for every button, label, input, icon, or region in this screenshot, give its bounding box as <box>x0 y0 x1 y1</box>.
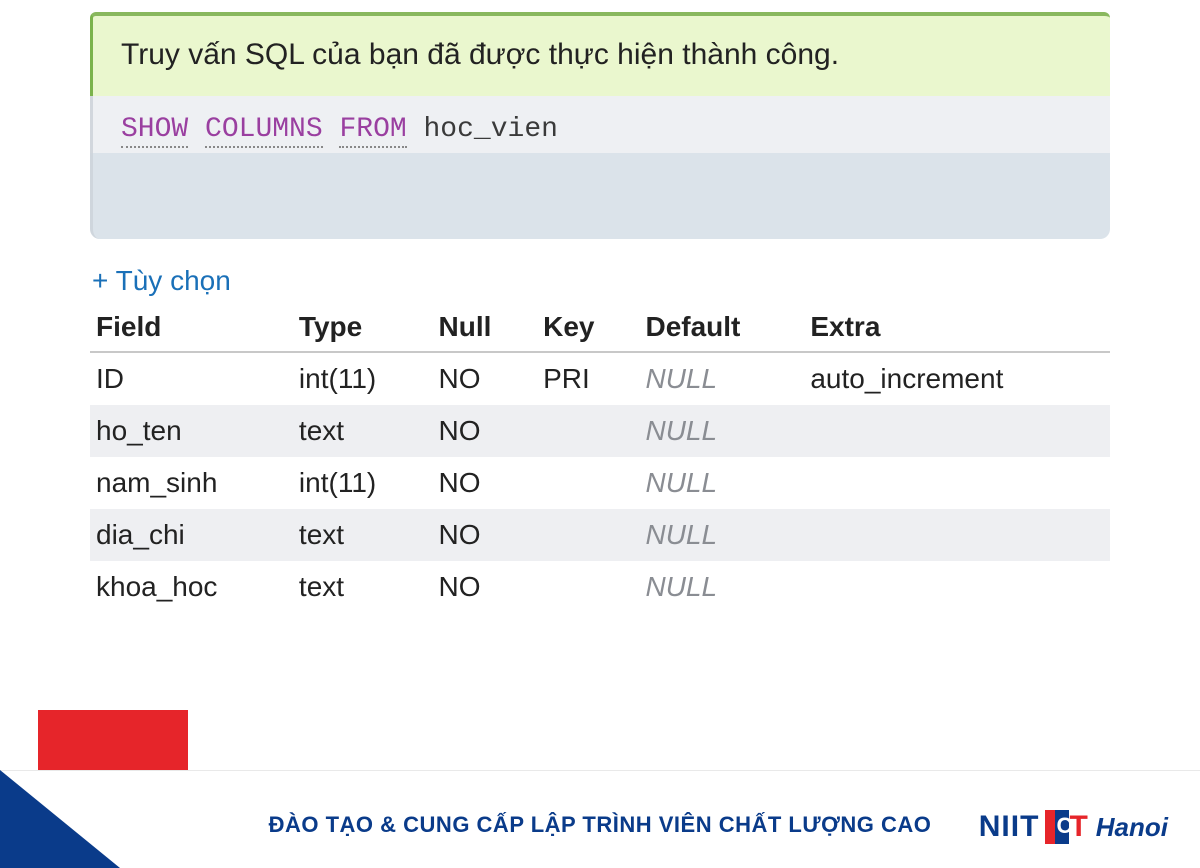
cell-field: ho_ten <box>90 405 293 457</box>
sql-keyword-columns: COLUMNS <box>205 114 323 148</box>
col-null: Null <box>433 303 538 352</box>
col-key: Key <box>537 303 639 352</box>
sql-keyword-show: SHOW <box>121 114 188 148</box>
cell-default: NULL <box>639 352 804 405</box>
col-field: Field <box>90 303 293 352</box>
cell-type: int(11) <box>293 352 433 405</box>
cell-null: NO <box>433 352 538 405</box>
cell-default: NULL <box>639 405 804 457</box>
cell-extra <box>804 405 1110 457</box>
success-text: Truy vấn SQL của bạn đã được thực hiện t… <box>121 38 839 71</box>
brand-ict-mark: T <box>1045 810 1087 844</box>
table-row: khoa_hoctextNO NULL <box>90 561 1110 613</box>
cell-type: int(11) <box>293 457 433 509</box>
table-row: IDint(11)NOPRINULLauto_increment <box>90 352 1110 405</box>
brand-hanoi-text: Hanoi <box>1096 812 1168 843</box>
sql-query-box: SHOW COLUMNS FROM hoc_vien <box>90 96 1110 153</box>
cell-type: text <box>293 561 433 613</box>
table-header-row: Field Type Null Key Default Extra <box>90 303 1110 352</box>
table-row: dia_chitextNO NULL <box>90 509 1110 561</box>
brand-bar-blue-icon <box>1055 810 1069 844</box>
cell-key <box>537 561 639 613</box>
cell-extra <box>804 509 1110 561</box>
table-row: nam_sinhint(11)NO NULL <box>90 457 1110 509</box>
phpmyadmin-result-panel: Truy vấn SQL của bạn đã được thực hiện t… <box>0 0 1200 613</box>
brand-niit-text: NIIT <box>979 810 1040 844</box>
col-type: Type <box>293 303 433 352</box>
table-row: ho_tentextNO NULL <box>90 405 1110 457</box>
cell-field: nam_sinh <box>90 457 293 509</box>
cell-key <box>537 457 639 509</box>
cell-key <box>537 405 639 457</box>
cell-null: NO <box>433 561 538 613</box>
brand-logo: NIIT T Hanoi <box>979 810 1168 844</box>
cell-field: dia_chi <box>90 509 293 561</box>
columns-result-table: Field Type Null Key Default Extra IDint(… <box>90 303 1110 613</box>
cell-type: text <box>293 405 433 457</box>
query-toolbar-placeholder <box>90 153 1110 239</box>
col-default: Default <box>639 303 804 352</box>
cell-extra <box>804 457 1110 509</box>
cell-type: text <box>293 509 433 561</box>
cell-null: NO <box>433 405 538 457</box>
cell-key <box>537 509 639 561</box>
cell-default: NULL <box>639 457 804 509</box>
brand-bar-red-icon <box>1045 810 1055 844</box>
col-extra: Extra <box>804 303 1110 352</box>
cell-null: NO <box>433 509 538 561</box>
cell-key: PRI <box>537 352 639 405</box>
options-toggle[interactable]: + Tùy chọn <box>92 265 231 297</box>
cell-field: khoa_hoc <box>90 561 293 613</box>
sql-keyword-from: FROM <box>339 114 406 148</box>
success-message: Truy vấn SQL của bạn đã được thực hiện t… <box>90 12 1110 96</box>
cell-field: ID <box>90 352 293 405</box>
cell-default: NULL <box>639 561 804 613</box>
sql-table-name: hoc_vien <box>424 114 558 145</box>
cell-null: NO <box>433 457 538 509</box>
cell-extra <box>804 561 1110 613</box>
cell-default: NULL <box>639 509 804 561</box>
cell-extra: auto_increment <box>804 352 1110 405</box>
